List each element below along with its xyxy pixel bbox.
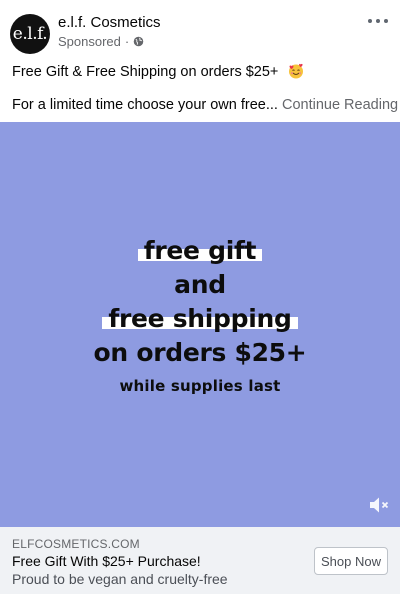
- continue-reading-link[interactable]: Continue Reading: [282, 97, 398, 113]
- link-description: Proud to be vegan and cruelty-free: [12, 571, 228, 587]
- link-domain: ELFCOSMETICS.COM: [12, 537, 140, 551]
- more-options-icon[interactable]: [368, 14, 388, 28]
- caption-text-1: Free Gift & Free Shipping on orders $25+: [12, 64, 279, 80]
- meta-separator: ·: [124, 34, 130, 49]
- caption-text-2: For a limited time choose your own free.…: [12, 97, 278, 113]
- post-caption-line-1: Free Gift & Free Shipping on orders $25+: [12, 63, 304, 80]
- smiling-face-with-hearts-icon: [289, 63, 304, 79]
- avatar-logo-text: e.l.f.: [12, 24, 48, 44]
- post-caption-line-2: For a limited time choose your own free.…: [12, 97, 398, 113]
- post-header: e.l.f. e.l.f. Cosmetics Sponsored ·: [0, 0, 400, 56]
- ad-line-and: and: [174, 270, 226, 299]
- shop-now-button[interactable]: Shop Now: [314, 547, 388, 575]
- sponsored-label[interactable]: Sponsored: [58, 34, 121, 49]
- ad-line-free-shipping: free shipping: [108, 304, 292, 333]
- page-name[interactable]: e.l.f. Cosmetics: [58, 14, 161, 31]
- page-avatar[interactable]: e.l.f.: [10, 14, 50, 54]
- post-meta: Sponsored ·: [58, 34, 144, 49]
- ad-line-free-gift: free gift: [143, 236, 257, 265]
- link-preview[interactable]: ELFCOSMETICS.COM Free Gift With $25+ Pur…: [0, 527, 400, 594]
- ad-line-orders: on orders $25+: [93, 338, 307, 367]
- globe-icon: [133, 36, 144, 47]
- ad-creative[interactable]: free gift and free shipping on orders $2…: [0, 122, 400, 527]
- link-title: Free Gift With $25+ Purchase!: [12, 553, 201, 569]
- ad-headline: free gift and free shipping on orders $2…: [0, 234, 400, 398]
- speaker-muted-icon[interactable]: [368, 495, 390, 515]
- ad-line-supplies: while supplies last: [119, 377, 281, 395]
